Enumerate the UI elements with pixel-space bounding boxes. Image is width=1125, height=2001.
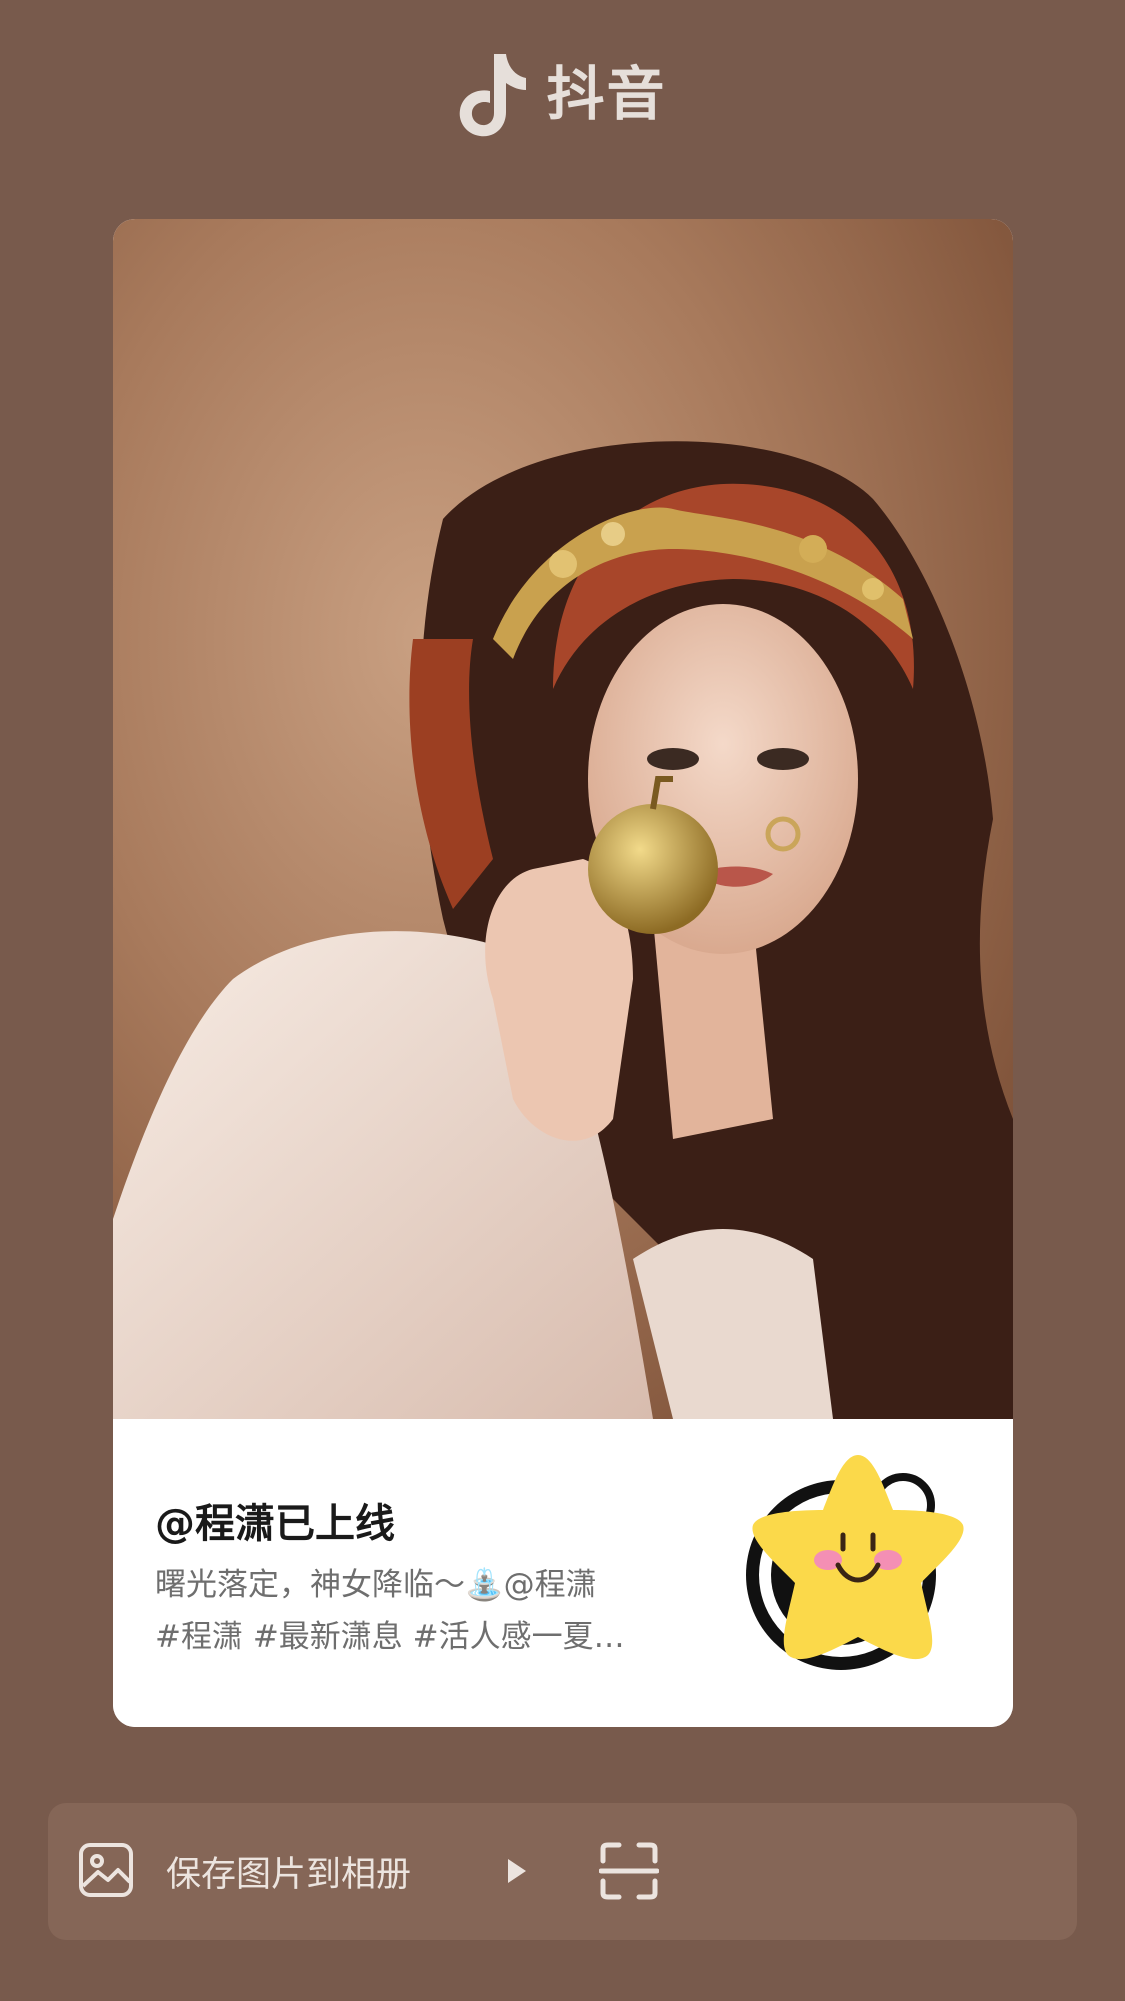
image-icon (78, 1842, 134, 1902)
cover-photo (113, 219, 1013, 1419)
share-card: @程潇已上线 曙光落定，神女降临～⛲@程潇 #程潇 #最新潇息 #活人感一夏… (113, 219, 1013, 1727)
author-username: @程潇已上线 (155, 1501, 395, 1547)
action-bar: 保存图片到相册 (48, 1803, 1077, 1940)
douyin-note-icon (458, 48, 528, 140)
save-to-album-button[interactable]: 保存图片到相册 (78, 1803, 411, 1940)
scan-icon (598, 1842, 660, 1900)
app-name: 抖音 (546, 60, 667, 128)
qr-code (723, 1445, 993, 1695)
description-line: #程潇 #最新潇息 #活人感一夏… (155, 1619, 625, 1655)
play-button[interactable] (496, 1851, 536, 1891)
save-to-album-label: 保存图片到相册 (166, 1855, 412, 1895)
scan-button[interactable] (598, 1841, 660, 1901)
card-info: @程潇已上线 曙光落定，神女降临～⛲@程潇 #程潇 #最新潇息 #活人感一夏… (113, 1419, 1013, 1727)
play-icon (508, 1859, 526, 1883)
description-line: 曙光落定，神女降临～⛲@程潇 (155, 1567, 597, 1603)
app-logo: 抖音 (0, 44, 1125, 144)
video-description: 曙光落定，神女降临～⛲@程潇 #程潇 #最新潇息 #活人感一夏… (155, 1559, 695, 1663)
